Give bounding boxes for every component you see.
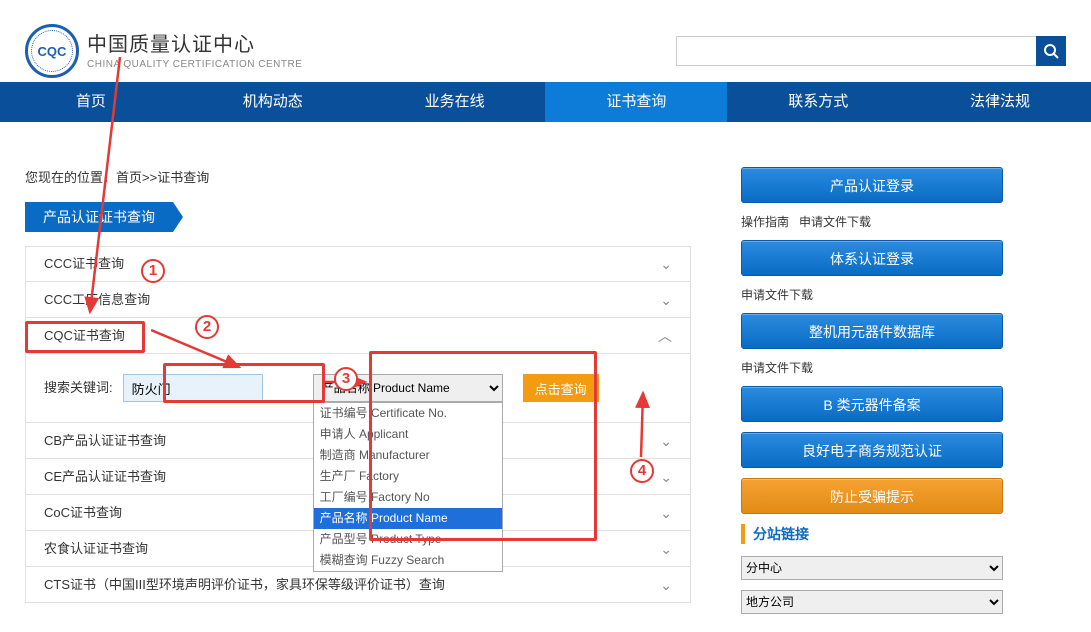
acc-cts[interactable]: CTS证书（中国III型环境声明评价证书，家具环保等级评价证书）查询⌄ <box>25 567 691 603</box>
acc-ccc-cert[interactable]: CCC证书查询 ⌄ <box>25 246 691 282</box>
link-download-1[interactable]: 申请文件下载 <box>799 215 871 229</box>
search-type-dropdown: 证书编号 Certificate No. 申请人 Applicant 制造商 M… <box>313 402 503 572</box>
link-guide[interactable]: 操作指南 <box>741 215 789 229</box>
keyword-label: 搜索关键词: <box>44 374 113 402</box>
crumb-home[interactable]: 首页 <box>116 170 142 185</box>
acc-label: CCC证书查询 <box>44 246 124 282</box>
chevron-down-icon: ⌄ <box>660 282 672 318</box>
btn-fraud-alert[interactable]: 防止受骗提示 <box>741 478 1003 514</box>
logo-title-cn: 中国质量认证中心 <box>87 32 302 58</box>
side-links-heading: 分站链接 <box>741 524 1003 544</box>
chevron-down-icon: ⌄ <box>660 495 672 531</box>
local-company-select[interactable]: 地方公司 <box>741 590 1003 614</box>
nav-cert-query[interactable]: 证书查询 <box>545 82 727 122</box>
nav-news[interactable]: 机构动态 <box>182 82 364 122</box>
chevron-down-icon: ⌄ <box>660 531 672 567</box>
acc-cqc-cert[interactable]: CQC证书查询 ︿ <box>25 318 691 354</box>
link-download-3[interactable]: 申请文件下载 <box>741 361 813 375</box>
acc-label: CCC工厂信息查询 <box>44 282 150 318</box>
crumb-prefix: 您现在的位置： <box>25 170 116 185</box>
query-button[interactable]: 点击查询 <box>523 374 599 402</box>
acc-ccc-factory[interactable]: CCC工厂信息查询 ⌄ <box>25 282 691 318</box>
opt-manufacturer[interactable]: 制造商 Manufacturer <box>314 445 502 466</box>
branch-select[interactable]: 分中心 <box>741 556 1003 580</box>
breadcrumb: 您现在的位置：首页>>证书查询 <box>25 167 691 186</box>
nav-home[interactable]: 首页 <box>0 82 182 122</box>
opt-product-name[interactable]: 产品名称 Product Name <box>314 508 502 529</box>
nav-contact[interactable]: 联系方式 <box>727 82 909 122</box>
link-download-2[interactable]: 申请文件下载 <box>741 288 813 302</box>
btn-ecommerce-cert[interactable]: 良好电子商务规范认证 <box>741 432 1003 468</box>
btn-b-component[interactable]: B 类元器件备案 <box>741 386 1003 422</box>
search-icon <box>1043 43 1059 59</box>
acc-cqc-body: 搜索关键词: 产品名称 Product Name 证书编号 Certificat… <box>25 354 691 423</box>
crumb-sep: >> <box>142 170 157 185</box>
chevron-down-icon: ⌄ <box>660 423 672 459</box>
logo-emblem: CQC <box>25 24 79 78</box>
btn-system-cert-login[interactable]: 体系认证登录 <box>741 240 1003 276</box>
opt-fuzzy[interactable]: 模糊查询 Fuzzy Search <box>314 550 502 571</box>
crumb-current: 证书查询 <box>157 170 209 185</box>
btn-product-cert-login[interactable]: 产品认证登录 <box>741 167 1003 203</box>
opt-product-type[interactable]: 产品型号 Product Type <box>314 529 502 550</box>
acc-label: CQC证书查询 <box>44 318 125 354</box>
logo-title-en: CHINA QUALITY CERTIFICATION CENTRE <box>87 58 302 71</box>
nav-business[interactable]: 业务在线 <box>364 82 546 122</box>
search-button[interactable] <box>1036 36 1066 66</box>
acc-label: CoC证书查询 <box>44 495 122 531</box>
opt-applicant[interactable]: 申请人 Applicant <box>314 424 502 445</box>
acc-label: 农食认证证书查询 <box>44 531 148 567</box>
opt-cert-no[interactable]: 证书编号 Certificate No. <box>314 403 502 424</box>
search-input[interactable] <box>676 36 1036 66</box>
btn-component-db[interactable]: 整机用元器件数据库 <box>741 313 1003 349</box>
section-title: 产品认证证书查询 <box>25 202 173 232</box>
opt-factory-no[interactable]: 工厂编号 Factory No <box>314 487 502 508</box>
keyword-input[interactable] <box>123 374 263 402</box>
nav-law[interactable]: 法律法规 <box>909 82 1091 122</box>
opt-factory[interactable]: 生产厂 Factory <box>314 466 502 487</box>
main-nav: 首页 机构动态 业务在线 证书查询 联系方式 法律法规 <box>0 82 1091 122</box>
chevron-up-icon: ︿ <box>658 318 672 354</box>
search-type-select[interactable]: 产品名称 Product Name <box>313 374 503 402</box>
acc-label: CE产品认证证书查询 <box>44 459 166 495</box>
logo: CQC 中国质量认证中心 CHINA QUALITY CERTIFICATION… <box>25 24 302 78</box>
chevron-down-icon: ⌄ <box>660 567 672 603</box>
acc-label: CB产品认证证书查询 <box>44 423 166 459</box>
chevron-down-icon: ⌄ <box>660 246 672 282</box>
chevron-down-icon: ⌄ <box>660 459 672 495</box>
